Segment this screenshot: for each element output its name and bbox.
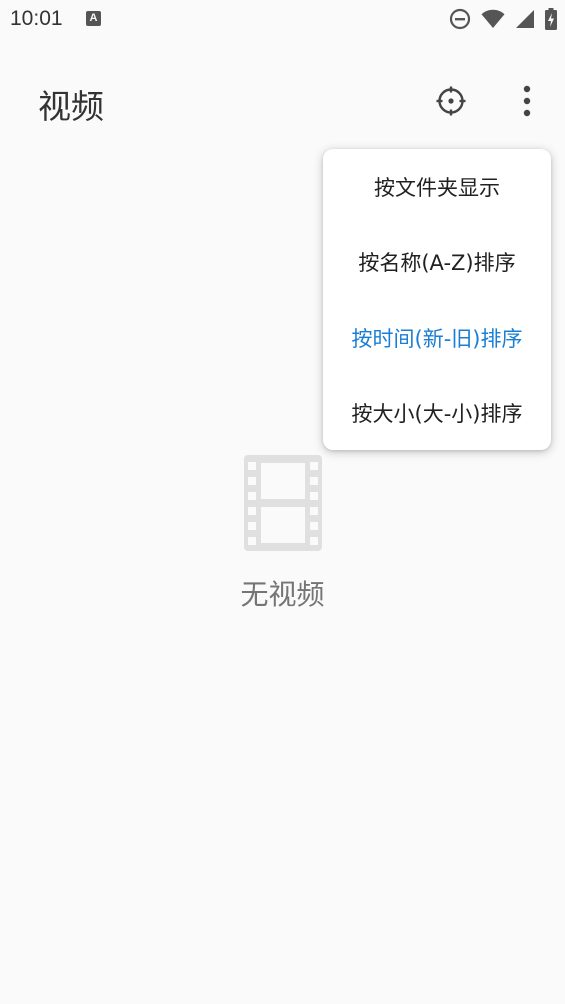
- wifi-icon: [481, 9, 505, 28]
- menu-item-sort-by-size[interactable]: 按大小(大-小)排序: [323, 375, 551, 450]
- locate-button[interactable]: [428, 78, 474, 124]
- status-icons: [449, 7, 557, 31]
- menu-item-sort-by-time[interactable]: 按时间(新-旧)排序: [323, 300, 551, 375]
- status-time: 10:01: [10, 7, 63, 30]
- empty-state: 无视频: [0, 455, 565, 613]
- more-options-button[interactable]: [506, 78, 548, 124]
- more-vert-icon: [523, 85, 531, 117]
- app-bar: 视频: [0, 60, 565, 140]
- do-not-disturb-icon: [449, 8, 471, 30]
- empty-state-text: 无视频: [240, 578, 325, 611]
- film-icon: [243, 455, 322, 551]
- status-bar: 10:01 A: [0, 0, 565, 40]
- menu-item-sort-by-name[interactable]: 按名称(A-Z)排序: [323, 224, 551, 299]
- page-title: 视频: [38, 87, 104, 126]
- sort-options-menu: 按文件夹显示 按名称(A-Z)排序 按时间(新-旧)排序 按大小(大-小)排序: [323, 149, 551, 450]
- locate-icon: [436, 86, 466, 116]
- keyboard-notification-icon: A: [86, 11, 101, 26]
- menu-item-show-by-folder[interactable]: 按文件夹显示: [323, 149, 551, 224]
- battery-charging-icon: [545, 8, 557, 30]
- cellular-signal-icon: [516, 10, 534, 28]
